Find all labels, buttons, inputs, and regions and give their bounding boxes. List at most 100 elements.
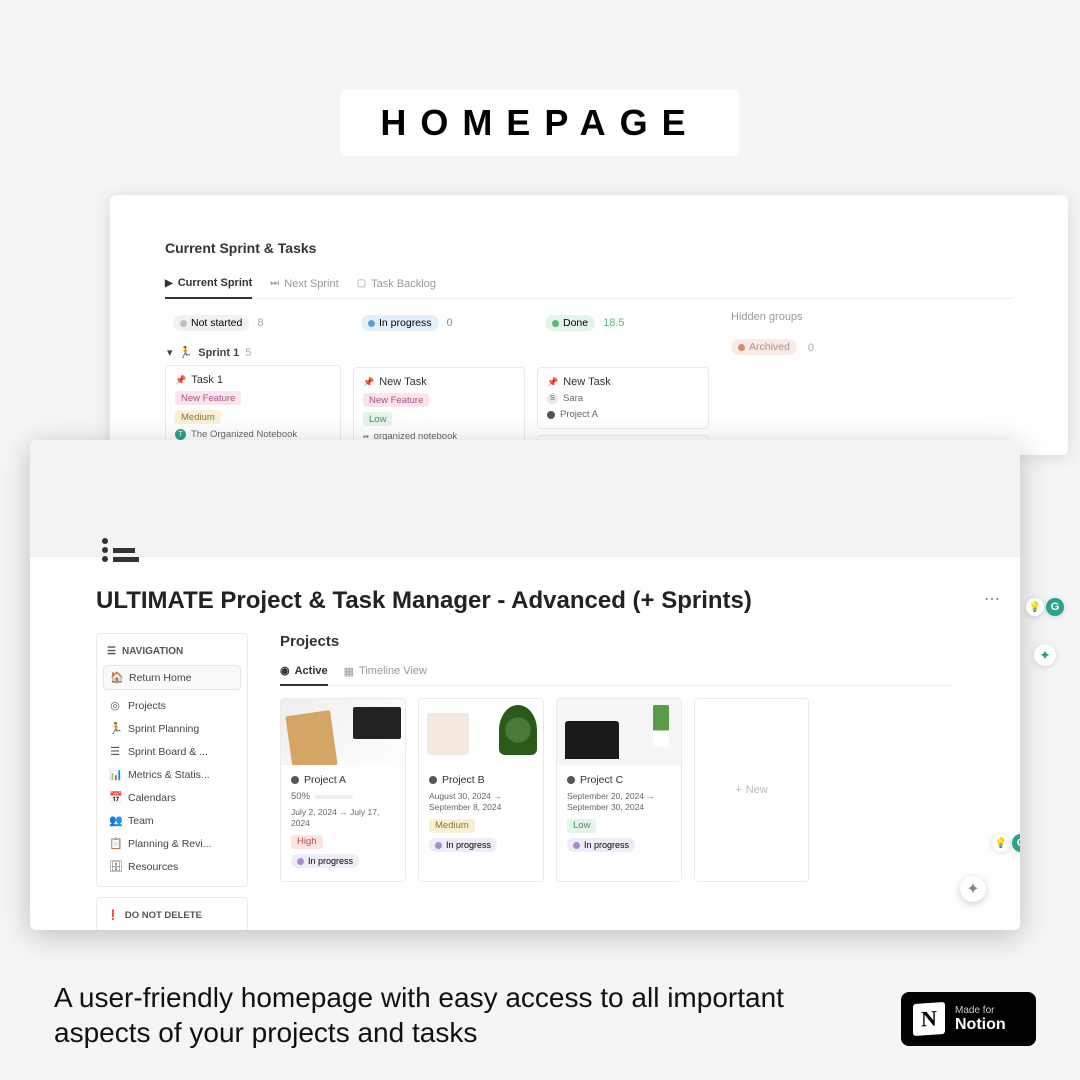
pin-icon: 📌	[547, 377, 558, 388]
clipboard-icon: 📋	[109, 837, 121, 850]
sprint-name: Sprint 1	[198, 347, 239, 359]
nav-resources[interactable]: 🗄Resources	[103, 855, 241, 878]
project-cover	[281, 699, 405, 765]
archived-row[interactable]: Archived 0	[731, 333, 814, 355]
column-count: 8	[257, 317, 263, 329]
sprint-toggle[interactable]: ▾ 🏃 Sprint 1 5	[165, 343, 341, 365]
project-dot-icon	[547, 411, 555, 419]
nav-label: Resources	[128, 861, 178, 873]
nav-planning[interactable]: 📋 Planning & Revi...	[103, 832, 241, 855]
project-card[interactable]: Project A 50% July 2, 2024 → July 17, 20…	[280, 698, 406, 882]
column-in-progress: In progress 0 📌New Task New Feature Low …	[353, 311, 525, 455]
project-name: Project B	[442, 774, 485, 786]
page-cover	[30, 440, 1020, 557]
tab-timeline[interactable]: ▦ Timeline View	[344, 664, 427, 685]
new-project-button[interactable]: + New	[694, 698, 809, 882]
nav-sprint-board[interactable]: ☰Sprint Board & ...	[103, 740, 241, 763]
warning-icon: ❗	[107, 910, 119, 921]
badge-small-text: Made for	[955, 1005, 1006, 1016]
nav-label: Metrics & Statis...	[128, 769, 210, 781]
navigation-panel: ☰ NAVIGATION 🏠 Return Home ◎Projects 🏃 Sp…	[96, 633, 248, 930]
page-title: ULTIMATE Project & Task Manager - Advanc…	[96, 587, 954, 615]
hidden-groups: Hidden groups Archived 0	[731, 311, 814, 455]
list-icon: ☰	[107, 646, 116, 657]
column-header[interactable]: Done 18.5	[537, 311, 709, 335]
projects-heading: Projects	[280, 633, 954, 650]
project-dates: September 20, 2024 → September 30, 2024	[567, 791, 671, 814]
plus-icon: +	[735, 784, 741, 796]
status-tag: In progress	[446, 840, 491, 850]
task-card[interactable]: 📌 New Task S Sara Project A	[537, 367, 709, 429]
people-icon: 👥	[109, 814, 121, 827]
tab-task-backlog[interactable]: ▢ Task Backlog	[357, 272, 436, 298]
nav-databases[interactable]: 🗃 DATABASES	[103, 927, 241, 930]
hint-button[interactable]: 💡	[992, 834, 1010, 852]
column-done: Done 18.5 📌 New Task S Sara Project A 📌 New…	[537, 311, 709, 455]
more-button[interactable]: ⋯	[984, 589, 1002, 609]
column-not-started: Not started 8 ▾ 🏃 Sprint 1 5 📌Task 1 New…	[165, 311, 341, 455]
status-label: In progress	[379, 317, 432, 329]
priority-tag: High	[291, 835, 323, 849]
sprint-tabs: ▶ Current Sprint ⏭ Next Sprint ▢ Task Ba…	[165, 271, 1013, 299]
project-dates: July 2, 2024 → July 17, 2024	[291, 807, 395, 830]
tab-label: Active	[295, 665, 328, 677]
status-label: Not started	[191, 317, 242, 329]
nav-label: Planning & Revi...	[128, 838, 211, 850]
tab-next-sprint[interactable]: ⏭ Next Sprint	[270, 272, 338, 298]
progress-bar	[315, 795, 353, 799]
nav-return-home[interactable]: 🏠 Return Home	[103, 665, 241, 690]
project-ref: Project A	[560, 409, 598, 420]
nav-calendars[interactable]: 📅Calendars	[103, 786, 241, 809]
column-header[interactable]: In progress 0	[353, 311, 525, 335]
tab-active[interactable]: ◉ Active	[280, 664, 328, 686]
priority-tag: Low	[567, 819, 596, 833]
nav-label: Sprint Planning	[128, 723, 199, 735]
homepage-window: ⋯ ULTIMATE Project & Task Manager - Adva…	[30, 440, 1020, 930]
pin-icon: 📌	[363, 377, 374, 388]
project-cover	[557, 699, 681, 765]
projects-tabs: ◉ Active ▦ Timeline View	[280, 664, 954, 686]
new-label: New	[746, 784, 768, 796]
notion-logo-icon: N	[911, 1000, 947, 1039]
project-dot-icon	[429, 776, 437, 784]
projects-gallery: Project A 50% July 2, 2024 → July 17, 20…	[280, 698, 954, 882]
nav-metrics[interactable]: 📊 Metrics & Statis...	[103, 763, 241, 786]
sprint-heading: Current Sprint & Tasks	[165, 240, 1013, 256]
nav-sprint-planning[interactable]: 🏃 Sprint Planning	[103, 717, 241, 740]
timeline-icon: ▦	[344, 665, 354, 678]
priority-tag: Medium	[429, 819, 475, 833]
hidden-groups-label: Hidden groups	[731, 311, 814, 323]
ai-assist-button[interactable]: ✦	[1034, 644, 1056, 666]
project-name: Project C	[580, 774, 623, 786]
do-not-delete-heading: ❗ DO NOT DELETE	[103, 906, 241, 927]
assignee: The Organized Notebook	[191, 429, 297, 440]
nav-label: Calendars	[128, 792, 176, 804]
chart-icon: 📊	[109, 768, 121, 781]
nav-team[interactable]: 👥Team	[103, 809, 241, 832]
avatar: S	[547, 393, 558, 404]
marketing-caption: A user-friendly homepage with easy acces…	[54, 980, 814, 1050]
ai-assist-button[interactable]: ✦	[960, 876, 986, 902]
hint-button[interactable]: 💡	[1026, 598, 1044, 616]
navigation-heading: ☰ NAVIGATION	[103, 642, 241, 663]
column-header[interactable]: Not started 8	[165, 311, 341, 335]
nav-label: Sprint Board & ...	[128, 746, 208, 758]
nav-projects[interactable]: ◎Projects	[103, 694, 241, 717]
project-card[interactable]: Project B August 30, 2024 → September 8,…	[418, 698, 544, 882]
made-for-notion-badge: N Made for Notion	[901, 992, 1036, 1046]
assignee: Sara	[563, 393, 583, 404]
progress-pct: 50%	[291, 791, 310, 802]
runner-icon: 🏃	[109, 722, 121, 735]
tag-priority: Medium	[175, 410, 221, 424]
project-card[interactable]: Project C September 20, 2024 → September…	[556, 698, 682, 882]
task-title: New Task	[563, 376, 610, 388]
project-name: Project A	[304, 774, 346, 786]
tab-current-sprint[interactable]: ▶ Current Sprint	[165, 271, 252, 299]
status-tag: In progress	[584, 840, 629, 850]
sprint-tasks-window: Current Sprint & Tasks ▶ Current Sprint …	[110, 195, 1068, 455]
project-dot-icon	[291, 776, 299, 784]
tag-priority: Low	[363, 412, 392, 426]
grammarly-icon[interactable]: G	[1046, 598, 1064, 616]
play-icon: ▶	[165, 278, 173, 289]
board-columns: Not started 8 ▾ 🏃 Sprint 1 5 📌Task 1 New…	[165, 311, 1013, 455]
